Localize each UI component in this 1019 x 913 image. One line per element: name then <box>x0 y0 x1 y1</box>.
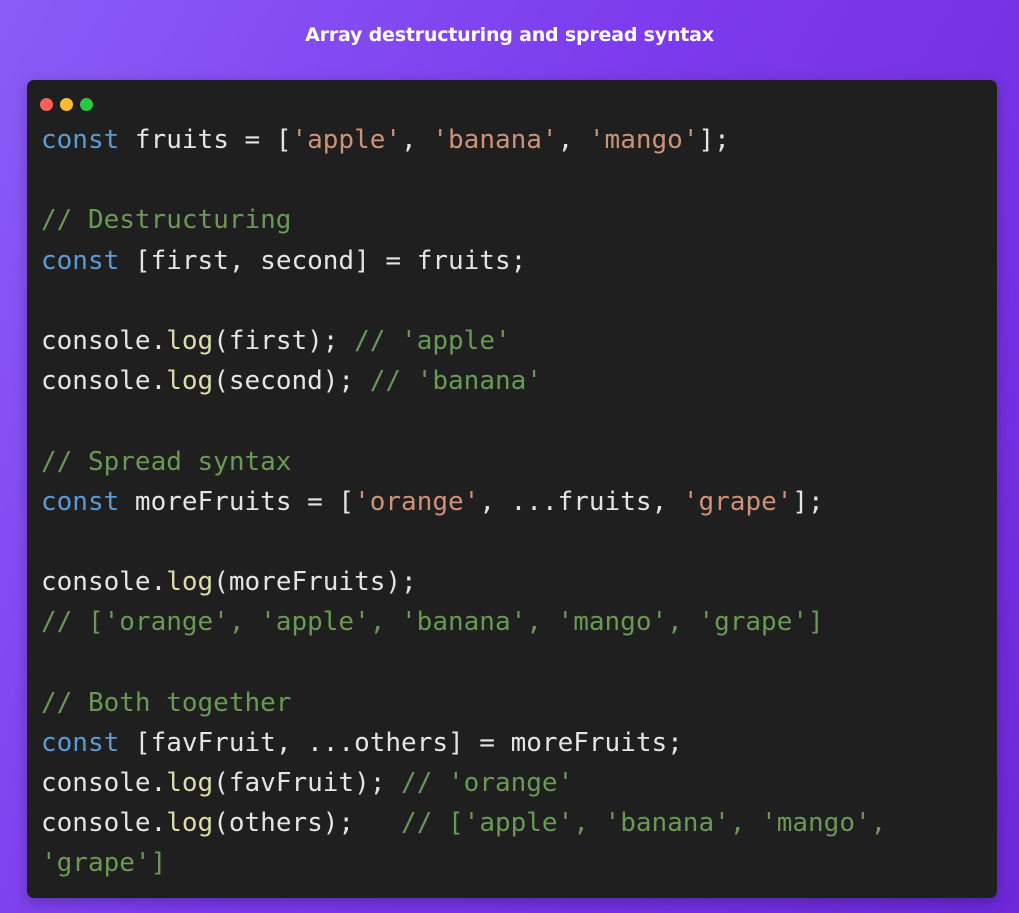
comment-token: // Spread syntax <box>41 446 292 477</box>
code-line: const fruits = ['apple', 'banana', 'mang… <box>41 120 886 160</box>
plain-token: [first, second] = fruits; <box>119 245 527 276</box>
maximize-dot-icon <box>80 98 93 111</box>
code-line: console.log(favFruit); // 'orange' <box>41 763 886 803</box>
code-line: // Spread syntax <box>41 442 886 482</box>
keyword-token: const <box>41 245 120 276</box>
string-token: 'mango' <box>588 125 699 155</box>
code-line: console.log(second); // 'banana' <box>41 361 886 401</box>
code-line: console.log(others); // ['apple', 'banan… <box>41 803 886 878</box>
code-line: console.log(first); // 'apple' <box>41 321 886 361</box>
plain-token: ]; <box>792 486 824 517</box>
comment-token: // 'banana' <box>369 366 542 397</box>
function-token: log <box>166 567 214 598</box>
string-token: 'banana' <box>432 125 558 155</box>
plain-token: (second); <box>213 366 370 397</box>
keyword-token: const <box>41 727 120 758</box>
function-token: log <box>166 768 214 798</box>
code-window: const fruits = ['apple', 'banana', 'mang… <box>27 80 997 898</box>
code-line: const [first, second] = fruits; <box>41 241 886 281</box>
keyword-token: const <box>41 486 120 517</box>
close-dot-icon <box>40 98 53 111</box>
comment-token: // Both together <box>41 687 292 718</box>
plain-token: (first); <box>213 325 355 356</box>
code-line: const [favFruit, ...others] = moreFruits… <box>41 723 886 763</box>
code-line: // Destructuring <box>41 200 886 240</box>
function-token: log <box>166 325 214 356</box>
plain-token: console. <box>41 808 167 839</box>
string-token: 'orange' <box>354 486 480 517</box>
code-line: const moreFruits = ['orange', ...fruits,… <box>41 482 886 522</box>
code-line: // Both together <box>41 683 886 723</box>
plain-token: [favFruit, ...others] = moreFruits; <box>119 727 683 758</box>
plain-token: (moreFruits); <box>213 567 417 598</box>
string-token: 'grape' <box>682 486 793 517</box>
keyword-token: const <box>41 125 120 155</box>
function-token: log <box>166 366 214 397</box>
plain-token: console. <box>41 567 167 598</box>
plain-token: (others); <box>213 808 402 839</box>
plain-token: , <box>401 125 433 155</box>
plain-token: console. <box>41 366 167 397</box>
plain-token: moreFruits = [ <box>119 486 355 517</box>
comment-token: // 'apple' <box>354 325 511 356</box>
plain-token: ]; <box>698 125 730 155</box>
page-title: Array destructuring and spread syntax <box>305 24 714 46</box>
plain-token: , ...fruits, <box>479 486 683 517</box>
function-token: log <box>166 808 214 839</box>
plain-token: , <box>557 125 589 155</box>
code-line: console.log(moreFruits); <box>41 562 886 602</box>
minimize-dot-icon <box>60 98 73 111</box>
comment-token: // Destructuring <box>41 205 292 236</box>
plain-token: console. <box>41 325 167 356</box>
comment-token: // 'orange' <box>401 768 574 798</box>
code-line: // ['orange', 'apple', 'banana', 'mango'… <box>41 602 886 642</box>
plain-token: console. <box>41 768 167 798</box>
string-token: 'apple' <box>291 125 402 155</box>
code-block: const fruits = ['apple', 'banana', 'mang… <box>41 120 886 878</box>
plain-token: (favFruit); <box>213 768 402 798</box>
comment-token: // ['orange', 'apple', 'banana', 'mango'… <box>41 607 824 638</box>
plain-token: fruits = [ <box>119 125 292 155</box>
